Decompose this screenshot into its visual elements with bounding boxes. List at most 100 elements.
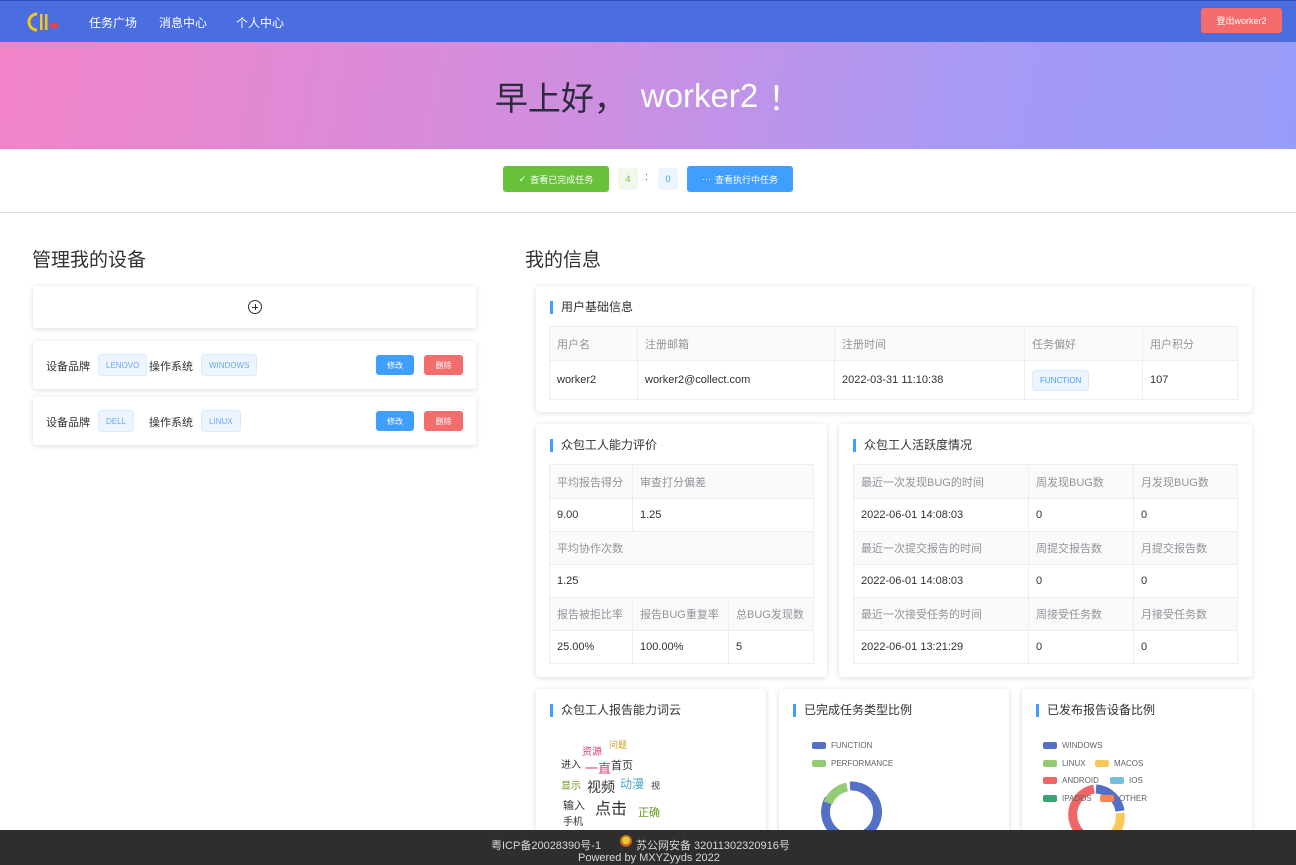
check-icon: ✓ — [518, 173, 527, 184]
donut-slice[interactable] — [823, 782, 849, 805]
coop-label: 平均协作次数 — [549, 531, 814, 565]
dup-rate-label: 报告BUG重复率 — [632, 597, 729, 631]
wordcloud-word: 视频 — [587, 779, 615, 795]
view-in-progress-tasks-label: 查看执行中任务 — [714, 174, 778, 185]
legend-item[interactable]: WINDOWS — [1043, 741, 1102, 750]
in-progress-count-badge: 0 — [658, 168, 678, 190]
monthly-tasks-value: 0 — [1133, 630, 1238, 664]
legend-label: MACOS — [1114, 759, 1144, 768]
ability-title: 众包工人能力评价 — [550, 439, 657, 452]
ability-table: 平均报告得分 审查打分偏差 9.00 1.25 平均协作次数 1.25 报告被拒… — [549, 464, 814, 664]
task-action-bar: ✓ 查看已完成任务 4 : 0 ··· 查看执行中任务 — [0, 149, 1296, 213]
wordcloud-title: 众包工人报告能力词云 — [550, 704, 681, 717]
device-os-label: 操作系统 — [149, 361, 193, 373]
value-email: worker2@collect.com — [637, 360, 835, 400]
weekly-tasks-label: 周接受任务数 — [1028, 597, 1134, 631]
legend-label: PERFORMANCE — [831, 759, 894, 768]
logo-icon[interactable] — [27, 11, 63, 33]
legend-swatch — [1100, 795, 1114, 802]
legend-label: IPADOS — [1062, 794, 1092, 803]
wordcloud-word: 动漫 — [620, 777, 645, 791]
count-separator: : — [645, 171, 649, 183]
devices-section-title: 管理我的设备 — [32, 250, 147, 271]
weekly-reports-label: 周提交报告数 — [1028, 531, 1134, 565]
header-task-preference: 任务偏好 — [1024, 326, 1143, 361]
legend-swatch — [1043, 777, 1057, 784]
nav-task-square[interactable]: 任务广场 — [89, 14, 137, 31]
wordcloud-word: 正确 — [638, 807, 660, 819]
legend-label: OTHER — [1119, 794, 1147, 803]
header-register-time: 注册时间 — [834, 326, 1025, 361]
delete-device-button[interactable]: 删除 — [424, 355, 463, 375]
total-bugs-value: 5 — [728, 630, 814, 664]
device-brand-tag: DELL — [98, 410, 135, 432]
edit-device-button[interactable]: 修改 — [376, 411, 414, 431]
greeting-exclaim: ！ — [768, 79, 802, 117]
greeting-banner: 早上好， worker2 ！ — [0, 42, 1296, 149]
device-os-label: 操作系统 — [149, 417, 193, 429]
legend-label: IOS — [1129, 776, 1143, 785]
wordcloud-word: 输入 — [563, 800, 585, 812]
reject-rate-label: 报告被拒比率 — [549, 597, 633, 631]
wordcloud-word: 点击 — [595, 801, 628, 818]
logout-button[interactable]: 登出worker2 — [1201, 8, 1282, 33]
weekly-reports-value: 0 — [1028, 564, 1134, 598]
nav-message-center[interactable]: 消息中心 — [159, 14, 207, 31]
device-ratio-title: 已发布报告设备比例 — [1036, 704, 1155, 717]
legend-item[interactable]: MACOS — [1095, 759, 1143, 768]
icp-link[interactable]: 粤ICP备20028390号-1 — [491, 837, 601, 853]
legend-item[interactable]: IPADOS — [1043, 794, 1092, 803]
bias-label: 审查打分偏差 — [632, 464, 814, 499]
legend-swatch — [812, 760, 826, 767]
view-in-progress-tasks-button[interactable]: ··· 查看执行中任务 — [687, 166, 793, 192]
wordcloud-word: 首页 — [611, 760, 633, 772]
avg-score-value: 9.00 — [549, 498, 633, 532]
last-report-time-label: 最近一次提交报告的时间 — [853, 531, 1029, 565]
legend-item[interactable]: LINUX — [1043, 759, 1086, 768]
wordcloud-word: 问题 — [609, 740, 628, 750]
total-bugs-label: 总BUG发现数 — [728, 597, 814, 631]
task-preference-tag: FUNCTION — [1032, 369, 1090, 391]
ability-card: 众包工人能力评价 平均报告得分 审查打分偏差 9.00 1.25 平均协作次数 … — [536, 424, 827, 677]
wordcloud-word: 资源 — [582, 747, 602, 758]
avg-score-label: 平均报告得分 — [549, 464, 633, 499]
legend-swatch — [1043, 742, 1057, 749]
last-bug-time-label: 最近一次发现BUG的时间 — [853, 464, 1029, 499]
header-points: 用户积分 — [1142, 326, 1238, 361]
device-card: 设备品牌 LENOVO 操作系统 WINDOWS 修改 删除 — [33, 341, 476, 389]
legend-swatch — [1043, 760, 1057, 767]
legend-label: WINDOWS — [1062, 741, 1103, 750]
plus-circle-icon[interactable] — [247, 300, 262, 314]
footer: 粤ICP备20028390号-1 苏公网安备 32011302320916号 P… — [0, 830, 1296, 865]
view-completed-tasks-button[interactable]: ✓ 查看已完成任务 — [503, 166, 609, 192]
last-bug-time-value: 2022-06-01 14:08:03 — [853, 498, 1029, 532]
device-os-tag: WINDOWS — [201, 354, 258, 376]
legend-label: LINUX — [1062, 759, 1086, 768]
device-card: 设备品牌 DELL 操作系统 LINUX 修改 删除 — [33, 397, 476, 445]
basic-info-table: 用户名 注册邮箱 注册时间 任务偏好 用户积分 worker2 worker2@… — [549, 326, 1238, 400]
weekly-bugs-value: 0 — [1028, 498, 1134, 532]
top-navbar: 任务广场 消息中心 个人中心 登出worker2 — [0, 0, 1296, 42]
nav-personal-center[interactable]: 个人中心 — [236, 14, 284, 31]
add-device-card[interactable] — [33, 286, 476, 328]
legend-swatch — [1095, 760, 1109, 767]
reject-rate-value: 25.00% — [549, 630, 633, 664]
last-task-time-value: 2022-06-01 13:21:29 — [853, 630, 1029, 664]
wordcloud-word: 显示 — [561, 781, 581, 792]
delete-device-button[interactable]: 删除 — [424, 411, 463, 431]
value-points: 107 — [1142, 360, 1238, 400]
edit-device-button[interactable]: 修改 — [376, 355, 414, 375]
header-email: 注册邮箱 — [637, 326, 835, 361]
activity-title: 众包工人活跃度情况 — [853, 439, 972, 452]
legend-item[interactable]: OTHER — [1100, 794, 1147, 803]
wordcloud-word: 进入 — [561, 760, 581, 771]
police-record-link[interactable]: 苏公网安备 32011302320916号 — [636, 837, 790, 853]
legend-swatch — [1043, 795, 1057, 802]
legend-item[interactable]: PERFORMANCE — [812, 759, 893, 768]
coop-value: 1.25 — [549, 564, 814, 598]
dup-rate-value: 100.00% — [632, 630, 729, 664]
monthly-reports-label: 月提交报告数 — [1133, 531, 1238, 565]
value-username: worker2 — [549, 360, 638, 400]
weekly-tasks-value: 0 — [1028, 630, 1134, 664]
legend-item[interactable]: FUNCTION — [812, 741, 872, 750]
